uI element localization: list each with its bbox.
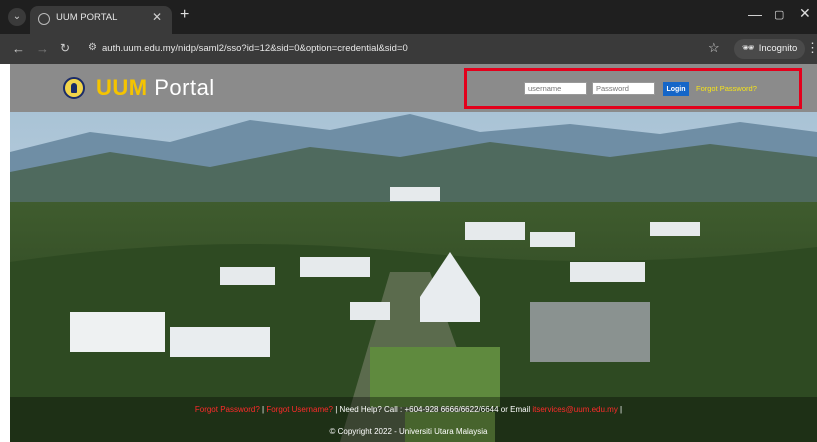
incognito-label: Incognito — [758, 43, 798, 54]
forward-icon[interactable]: → — [36, 41, 49, 56]
campus-photo — [10, 112, 817, 442]
portal-header: UUM Portal Login Forgot Password? — [10, 64, 817, 112]
window-close-icon[interactable]: ✕ — [799, 5, 811, 22]
footer-trailing: | — [617, 405, 623, 414]
close-icon[interactable]: ✕ — [152, 10, 162, 24]
kebab-menu-icon[interactable]: ⋮ — [806, 40, 817, 56]
login-button[interactable]: Login — [663, 82, 689, 96]
logo-light-text: Portal — [147, 75, 215, 100]
site-info-icon[interactable]: ⚙ — [88, 42, 97, 53]
browser-toolbar: ← → ↻ ⚙ auth.uum.edu.my/nidp/saml2/sso?i… — [0, 34, 817, 64]
url-text[interactable]: auth.uum.edu.my/nidp/saml2/sso?id=12&sid… — [102, 43, 408, 54]
incognito-badge[interactable]: 🕶 Incognito — [734, 39, 806, 59]
incognito-icon: 🕶 — [742, 43, 755, 54]
tab-menu-icon[interactable]: ⌄ — [8, 8, 26, 26]
username-input[interactable] — [524, 82, 587, 95]
logo-strong-text: UUM — [96, 75, 148, 100]
forgot-password-link[interactable]: Forgot Password? — [696, 84, 757, 93]
browser-tab[interactable]: UUM PORTAL ✕ — [30, 6, 172, 34]
browser-tab-bar: ⌄ UUM PORTAL ✕ + — ▢ ✕ — [0, 0, 817, 34]
back-icon[interactable]: ← — [12, 41, 25, 56]
uum-logo-icon — [63, 77, 85, 99]
footer-forgot-password-link[interactable]: Forgot Password? — [195, 405, 260, 414]
footer-email-link[interactable]: itservices@uum.edu.my — [532, 405, 617, 414]
footer-help-text: | Need Help? Call : +604-928 6666/6622/6… — [333, 405, 533, 414]
bookmark-star-icon[interactable]: ☆ — [708, 40, 720, 56]
tab-title: UUM PORTAL — [56, 12, 118, 23]
footer-copyright: © Copyright 2022 - Universiti Utara Mala… — [329, 427, 488, 436]
footer-forgot-username-link[interactable]: Forgot Username? — [266, 405, 333, 414]
address-bar[interactable]: ⚙ auth.uum.edu.my/nidp/saml2/sso?id=12&s… — [80, 38, 730, 60]
password-input[interactable] — [592, 82, 655, 95]
new-tab-button[interactable]: + — [180, 6, 189, 24]
reload-icon[interactable]: ↻ — [60, 41, 70, 55]
portal-logo: UUM Portal — [96, 75, 215, 101]
maximize-icon[interactable]: ▢ — [774, 8, 784, 21]
footer-help-line: Forgot Password? | Forgot Username? | Ne… — [0, 405, 817, 414]
site-icon — [38, 13, 50, 25]
login-form-highlight: Login Forgot Password? — [464, 68, 802, 109]
minimize-icon[interactable]: — — [748, 6, 762, 22]
